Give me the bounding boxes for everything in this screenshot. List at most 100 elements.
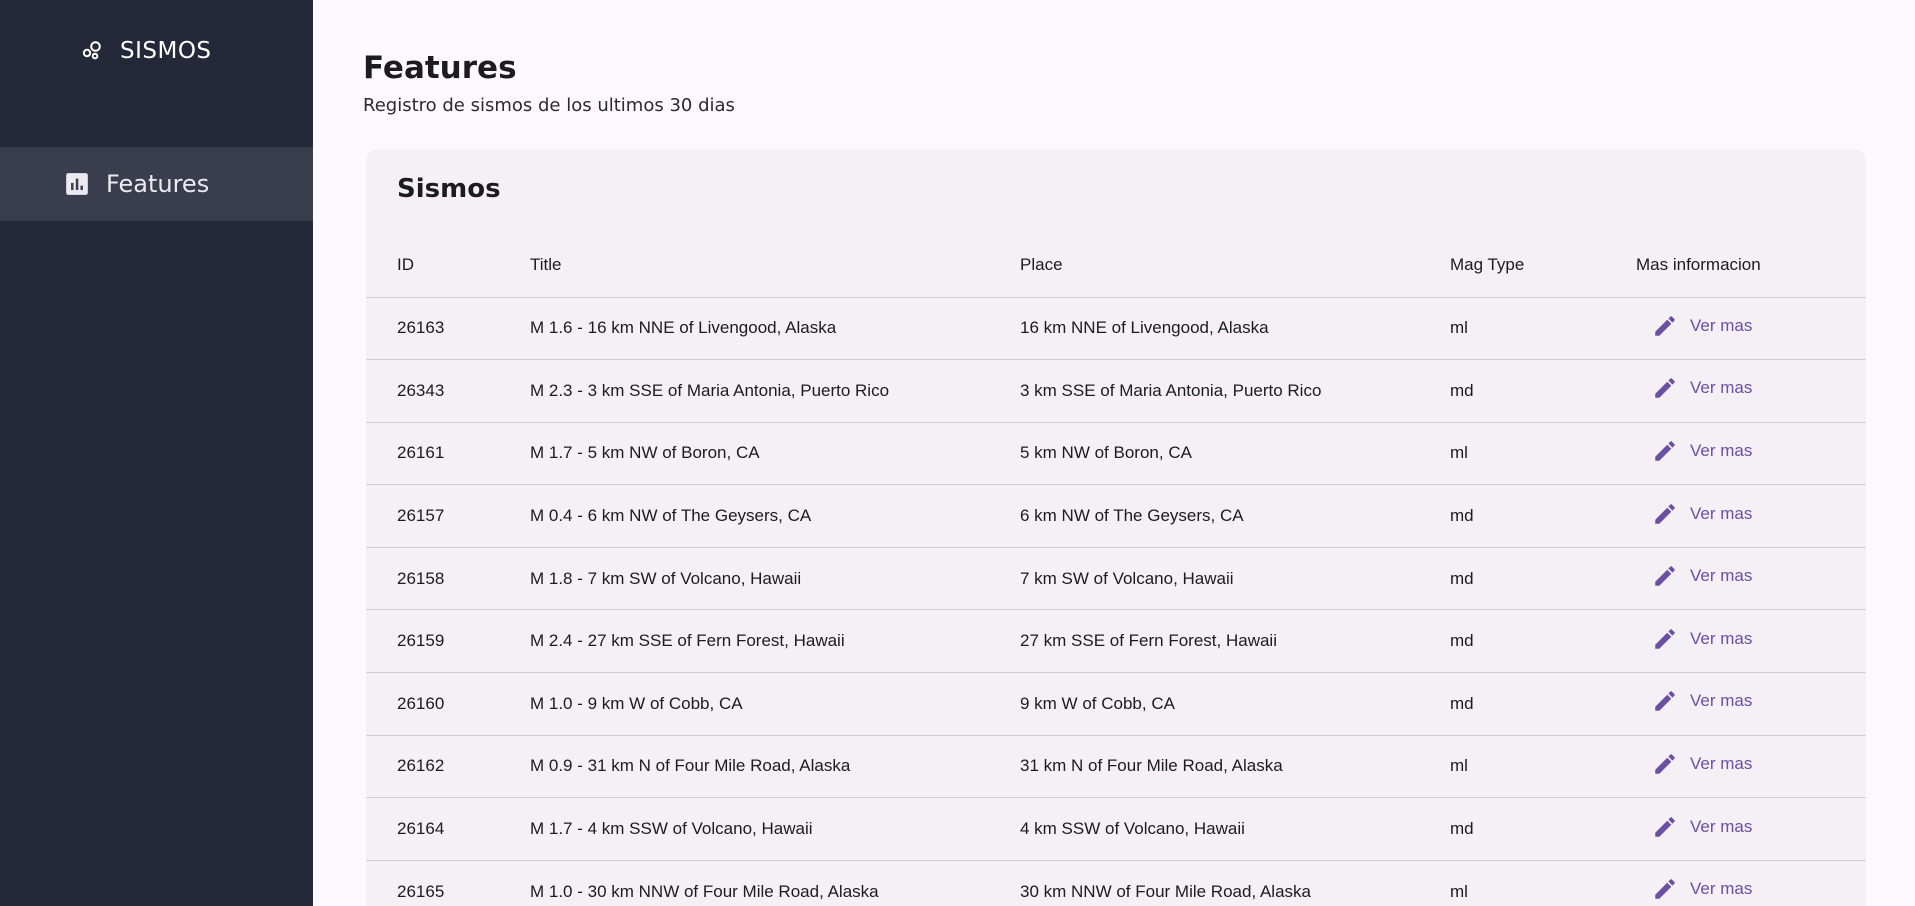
cell-id: 26160	[366, 672, 530, 736]
ver-mas-label: Ver mas	[1690, 440, 1753, 460]
cell-mag-type: ml	[1450, 735, 1636, 799]
cell-id: 26161	[366, 422, 530, 486]
cell-title: M 1.0 - 9 km W of Cobb, CA	[530, 672, 1020, 736]
cell-more-info: Ver mas	[1636, 797, 1866, 861]
ver-mas-button[interactable]: Ver mas	[1652, 501, 1752, 527]
page-title: Features	[363, 50, 517, 86]
cell-id: 26164	[366, 797, 530, 861]
edit-pencil-icon	[1652, 313, 1678, 339]
cell-more-info: Ver mas	[1636, 609, 1866, 674]
cell-mag-type: md	[1450, 609, 1636, 674]
cell-place: 9 km W of Cobb, CA	[1020, 672, 1450, 736]
ver-mas-button[interactable]: Ver mas	[1652, 876, 1752, 902]
main-content: Features Registro de sismos de los ultim…	[313, 0, 1915, 906]
cell-place: 5 km NW of Boron, CA	[1020, 422, 1450, 486]
brand-name: SISMOS	[120, 38, 212, 64]
cell-place: 16 km NNE of Livengood, Alaska	[1020, 297, 1450, 361]
column-header-title[interactable]: Title	[530, 234, 1020, 298]
ver-mas-button[interactable]: Ver mas	[1652, 313, 1752, 339]
cell-id: 26163	[366, 297, 530, 361]
column-header-id[interactable]: ID	[366, 234, 530, 298]
table-row: 26157 M 0.4 - 6 km NW of The Geysers, CA…	[366, 484, 1866, 548]
cell-more-info: Ver mas	[1636, 422, 1866, 486]
edit-pencil-icon	[1652, 876, 1678, 902]
edit-pencil-icon	[1652, 814, 1678, 840]
ver-mas-button[interactable]: Ver mas	[1652, 751, 1752, 777]
cell-mag-type: md	[1450, 484, 1636, 548]
cell-place: 30 km NNW of Four Mile Road, Alaska	[1020, 860, 1450, 906]
cell-title: M 1.7 - 5 km NW of Boron, CA	[530, 422, 1020, 486]
cell-place: 27 km SSE of Fern Forest, Hawaii	[1020, 609, 1450, 674]
table-row: 26160 M 1.0 - 9 km W of Cobb, CA 9 km W …	[366, 672, 1866, 736]
bubble-chart-icon	[80, 39, 104, 63]
cell-more-info: Ver mas	[1636, 672, 1866, 736]
column-header-mag-type[interactable]: Mag Type	[1450, 234, 1636, 298]
ver-mas-label: Ver mas	[1690, 691, 1753, 711]
cell-mag-type: md	[1450, 359, 1636, 423]
cell-title: M 0.9 - 31 km N of Four Mile Road, Alask…	[530, 735, 1020, 799]
edit-pencil-icon	[1652, 438, 1678, 464]
cell-title: M 1.6 - 16 km NNE of Livengood, Alaska	[530, 297, 1020, 361]
cell-id: 26343	[366, 359, 530, 423]
table-header-row: ID Title Place Mag Type Mas informacion	[366, 234, 1866, 298]
edit-pencil-icon	[1652, 626, 1678, 652]
cell-more-info: Ver mas	[1636, 860, 1866, 906]
ver-mas-button[interactable]: Ver mas	[1652, 375, 1752, 401]
table-row: 26161 M 1.7 - 5 km NW of Boron, CA 5 km …	[366, 422, 1866, 486]
edit-pencil-icon	[1652, 501, 1678, 527]
ver-mas-label: Ver mas	[1690, 753, 1753, 773]
cell-id: 26157	[366, 484, 530, 548]
cell-mag-type: md	[1450, 547, 1636, 611]
sidebar: SISMOS Features	[0, 0, 313, 906]
cell-place: 7 km SW of Volcano, Hawaii	[1020, 547, 1450, 611]
cell-place: 3 km SSE of Maria Antonia, Puerto Rico	[1020, 359, 1450, 423]
cell-more-info: Ver mas	[1636, 735, 1866, 799]
cell-title: M 2.3 - 3 km SSE of Maria Antonia, Puert…	[530, 359, 1020, 423]
table-row: 26158 M 1.8 - 7 km SW of Volcano, Hawaii…	[366, 547, 1866, 611]
cell-title: M 1.0 - 30 km NNW of Four Mile Road, Ala…	[530, 860, 1020, 906]
card-title: Sismos	[397, 174, 501, 204]
table-row: 26343 M 2.3 - 3 km SSE of Maria Antonia,…	[366, 359, 1866, 423]
table-row: 26164 M 1.7 - 4 km SSW of Volcano, Hawai…	[366, 797, 1866, 861]
cell-mag-type: ml	[1450, 422, 1636, 486]
bar-chart-icon	[64, 171, 90, 197]
cell-place: 31 km N of Four Mile Road, Alaska	[1020, 735, 1450, 799]
cell-place: 4 km SSW of Volcano, Hawaii	[1020, 797, 1450, 861]
ver-mas-button[interactable]: Ver mas	[1652, 563, 1752, 589]
ver-mas-label: Ver mas	[1690, 566, 1753, 586]
page-subtitle: Registro de sismos de los ultimos 30 dia…	[363, 95, 735, 116]
ver-mas-button[interactable]: Ver mas	[1652, 438, 1752, 464]
column-header-more-info[interactable]: Mas informacion	[1636, 234, 1866, 298]
cell-id: 26159	[366, 609, 530, 674]
cell-id: 26162	[366, 735, 530, 799]
table-row: 26159 M 2.4 - 27 km SSE of Fern Forest, …	[366, 609, 1866, 674]
table-body: 26163 M 1.6 - 16 km NNE of Livengood, Al…	[366, 297, 1866, 906]
cell-title: M 1.8 - 7 km SW of Volcano, Hawaii	[530, 547, 1020, 611]
cell-id: 26165	[366, 860, 530, 906]
edit-pencil-icon	[1652, 688, 1678, 714]
cell-title: M 2.4 - 27 km SSE of Fern Forest, Hawaii	[530, 609, 1020, 674]
cell-more-info: Ver mas	[1636, 359, 1866, 423]
cell-mag-type: md	[1450, 797, 1636, 861]
cell-place: 6 km NW of The Geysers, CA	[1020, 484, 1450, 548]
sidebar-item-label: Features	[106, 170, 210, 198]
sidebar-item-features[interactable]: Features	[0, 147, 313, 221]
ver-mas-label: Ver mas	[1690, 378, 1753, 398]
ver-mas-label: Ver mas	[1690, 879, 1753, 899]
ver-mas-label: Ver mas	[1690, 816, 1753, 836]
brand[interactable]: SISMOS	[80, 38, 212, 64]
earthquakes-card: Sismos ID Title Place Mag Type Mas infor…	[366, 149, 1866, 906]
table-row: 26165 M 1.0 - 30 km NNW of Four Mile Roa…	[366, 860, 1866, 906]
cell-mag-type: md	[1450, 672, 1636, 736]
ver-mas-label: Ver mas	[1690, 503, 1753, 523]
ver-mas-button[interactable]: Ver mas	[1652, 626, 1752, 652]
table-row: 26163 M 1.6 - 16 km NNE of Livengood, Al…	[366, 297, 1866, 361]
ver-mas-label: Ver mas	[1690, 315, 1753, 335]
table-row: 26162 M 0.9 - 31 km N of Four Mile Road,…	[366, 735, 1866, 799]
cell-mag-type: ml	[1450, 297, 1636, 361]
cell-title: M 0.4 - 6 km NW of The Geysers, CA	[530, 484, 1020, 548]
ver-mas-button[interactable]: Ver mas	[1652, 814, 1752, 840]
cell-more-info: Ver mas	[1636, 547, 1866, 611]
column-header-place[interactable]: Place	[1020, 234, 1450, 298]
ver-mas-button[interactable]: Ver mas	[1652, 688, 1752, 714]
